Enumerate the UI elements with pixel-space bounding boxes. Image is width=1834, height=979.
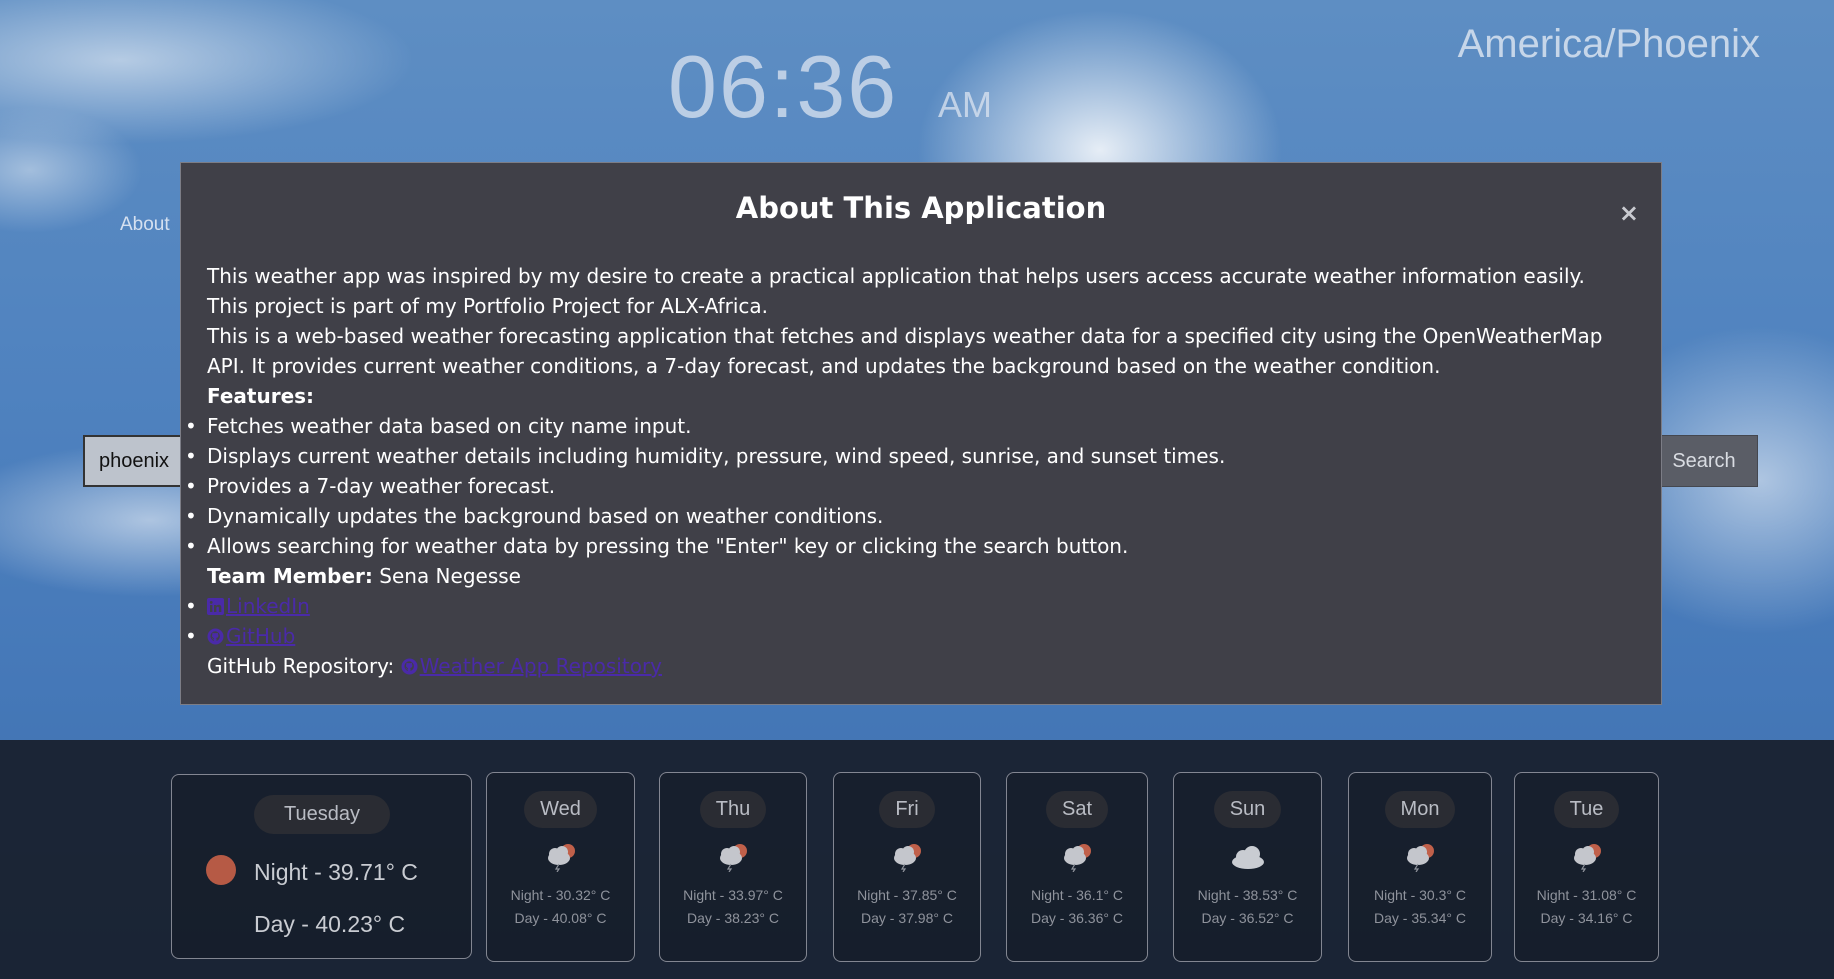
thunderstorm-icon [720,844,747,872]
thunderstorm-icon [1407,844,1434,872]
repo-link-label: Weather App Repository [419,654,662,678]
repo-label: GitHub Repository: [207,654,395,678]
features-heading: Features: [207,384,315,408]
day-temps: Night - 36.1° C Day - 36.36° C [1007,884,1147,930]
day-temp: Day - 36.52° C [1201,910,1294,926]
thunderstorm-icon [1573,844,1601,872]
sun-icon [206,855,236,885]
about-link[interactable]: About [120,214,170,236]
night-temp: Night - 30.32° C [510,887,611,903]
search-button[interactable]: Search [1650,435,1758,487]
night-temp: Night - 36.1° C [1031,887,1123,903]
forecast-day-card: Sat Night - 36.1° C Day - 36.36° C [1006,772,1148,962]
night-temp: Night - 37.85° C [857,887,957,903]
feature-item: Fetches weather data based on city name … [185,411,1621,441]
day-temps: Night - 30.32° C Day - 40.08° C [487,884,634,930]
feature-item: Provides a 7-day weather forecast. [185,471,1621,501]
repo-link[interactable]: Weather App Repository [401,654,662,678]
forecast-day-card: Sun Night - 38.53° C Day - 36.52° C [1173,772,1322,962]
cloud-icon [1231,846,1264,869]
night-temp: Night - 33.97° C [683,887,783,903]
day-temp: Day - 34.16° C [1540,910,1633,926]
day-label: Tue [1553,791,1620,828]
forecast-day-card: Thu Night - 33.97° C Day - 38.23° C [659,772,807,962]
forecast-day-card: Wed Night - 30.32° C Day - 40.08° C [486,772,635,962]
close-icon[interactable]: × [1619,199,1639,227]
modal-paragraph: This project is part of my Portfolio Pro… [207,294,768,318]
modal-paragraph: This weather app was inspired by my desi… [207,264,1585,288]
linkedin-icon [207,598,224,615]
night-temp: Night - 31.08° C [1536,887,1637,903]
day-label: Fri [879,791,935,828]
day-temps: Night - 37.85° C Day - 37.98° C [834,884,980,930]
team-label: Team Member: [207,564,373,588]
day-temps: Night - 33.97° C Day - 38.23° C [660,884,806,930]
night-temp: Night - 30.3° C [1374,887,1466,903]
feature-item: Dynamically updates the background based… [185,501,1621,531]
linkedin-label: LinkedIn [226,594,310,618]
clock: 06:36 AM [668,36,992,138]
day-temp: Day - 36.36° C [1031,910,1123,926]
github-icon [401,658,418,675]
feature-item: Allows searching for weather data by pre… [185,531,1621,561]
modal-paragraph: This is a web-based weather forecasting … [207,324,1603,378]
linkedin-item: LinkedIn [185,591,1621,621]
modal-body: This weather app was inspired by my desi… [185,261,1621,681]
feature-item: Displays current weather details includi… [185,441,1621,471]
day-label: Mon [1384,791,1456,828]
day-label: Wed [524,791,597,828]
github-label: GitHub [226,624,296,648]
clock-time: 06:36 [668,37,899,136]
today-day-temp: Day - 40.23° C [254,911,406,937]
clock-ampm: AM [938,84,992,125]
night-temp: Night - 38.53° C [1197,887,1298,903]
features-list: Fetches weather data based on city name … [185,411,1621,561]
today-forecast-card: Tuesday Night - 39.71° C Day - 40.23° C [171,774,472,959]
day-temps: Night - 30.3° C Day - 35.34° C [1349,884,1491,930]
github-item: GitHub [185,621,1621,651]
today-night-temp: Night - 39.71° C [254,859,418,885]
github-icon [207,628,224,645]
forecast-day-card: Fri Night - 37.85° C Day - 37.98° C [833,772,981,962]
day-temp: Day - 40.08° C [514,910,607,926]
day-temp: Day - 38.23° C [687,910,779,926]
day-label: Thu [699,791,767,828]
thunderstorm-icon [1064,844,1091,872]
day-temp: Day - 37.98° C [861,910,953,926]
thunderstorm-icon [547,844,575,872]
day-label: Sat [1045,791,1109,828]
social-links: LinkedIn GitHub [185,591,1621,651]
about-modal: About This Application × This weather ap… [180,162,1662,705]
today-day-label: Tuesday [254,795,390,834]
team-name: Sena Negesse [379,564,521,588]
day-temp: Day - 35.34° C [1374,910,1466,926]
modal-title: About This Application [735,191,1107,225]
github-link[interactable]: GitHub [207,624,295,648]
forecast-day-card: Mon Night - 30.3° C Day - 35.34° C [1348,772,1492,962]
day-label: Sun [1213,791,1282,828]
linkedin-link[interactable]: LinkedIn [207,594,310,618]
timezone-label: America/Phoenix [1457,22,1760,66]
day-temps: Night - 38.53° C Day - 36.52° C [1174,884,1321,930]
thunderstorm-icon [894,844,921,872]
forecast-day-card: Tue Night - 31.08° C Day - 34.16° C [1514,772,1659,962]
day-temps: Night - 31.08° C Day - 34.16° C [1515,884,1658,930]
